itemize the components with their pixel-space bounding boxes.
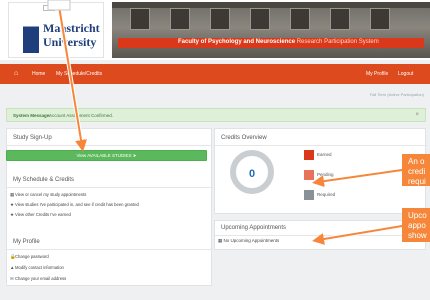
banner-window [210, 8, 230, 30]
schedule-title: My Schedule & Credits [13, 177, 75, 183]
earned-label: Earned [317, 152, 332, 157]
required-label: Required [317, 192, 336, 197]
schedule-link[interactable]: ▦View or cancel my study appointments [10, 192, 86, 198]
profile-link-label: Modify contact information [15, 265, 64, 270]
arrow-right-icon: ➤ [132, 153, 137, 158]
view-available-studies-button[interactable]: View AVAILABLE STUDIES ➤ [6, 150, 207, 161]
session-text: Fall Term (Active Participation) [369, 92, 424, 97]
divider [215, 145, 427, 146]
nav-item-schedule[interactable]: My Schedule/Credits [56, 71, 102, 77]
system-message-label: System Message: [13, 113, 51, 118]
study-signup-title: Study Sign-Up [13, 135, 52, 141]
profile-title: My Profile [13, 239, 40, 245]
pending-swatch [304, 170, 314, 180]
schedule-link-label: View studies I've participated in, and s… [15, 202, 139, 207]
schedule-link-label: View other Credits I've earned [15, 212, 71, 217]
appointments-empty: ▦ No Upcoming Appointments [218, 238, 279, 244]
top-nav: ⌂ Home My Schedule/Credits My Profile Lo… [0, 64, 430, 84]
banner-window [330, 8, 350, 30]
credits-donut: 0 [230, 150, 274, 194]
nav-item-logout[interactable]: Logout [398, 71, 413, 77]
divider [215, 235, 427, 236]
profile-link[interactable]: ▲Modify contact information [10, 265, 64, 270]
banner-window [130, 8, 150, 30]
logo-tab [43, 5, 55, 11]
banner-window [290, 8, 310, 30]
banner-title: Faculty of Psychology and Neuroscience [178, 39, 296, 45]
schedule-link-label: View or cancel my study appointments [15, 192, 87, 197]
university-logo[interactable]: Maastricht University [8, 2, 104, 58]
earned-swatch [304, 150, 314, 160]
divider [7, 187, 213, 188]
logo-mark-icon [23, 9, 39, 53]
header: Maastricht University Faculty of Psychol… [0, 0, 430, 60]
logo-line1: Maastricht [43, 21, 100, 35]
profile-link-label: Change password [15, 254, 49, 259]
callout-credits-line1: An o [408, 157, 425, 166]
appointments-panel: Upcoming Appointments [214, 220, 427, 250]
schedule-link[interactable]: ★View studies I've participated in, and … [10, 202, 139, 208]
pending-label: Pending [317, 172, 334, 177]
callout-appointments: Upco appo show [402, 208, 430, 242]
banner-strip: Faculty of Psychology and Neuroscience R… [118, 38, 424, 48]
system-message-text: Account Assignment Confirmed. [49, 113, 114, 118]
appointments-title: Upcoming Appointments [221, 225, 287, 231]
credits-total: 0 [248, 168, 256, 180]
banner-subtitle: Research Participation System [296, 39, 379, 45]
callout-credits-line3: requi [408, 177, 426, 186]
callout-credits-line2: credi [408, 167, 426, 176]
callout-appointments-line2: appo [408, 221, 426, 230]
header-banner: Faculty of Psychology and Neuroscience R… [112, 2, 430, 58]
banner-window [170, 8, 190, 30]
profile-link-label: Change your email address [15, 276, 67, 281]
close-icon[interactable]: × [415, 112, 419, 118]
banner-title-text: Faculty of Psychology and Neuroscience R… [178, 39, 379, 45]
system-message: System Message: Account Assignment Confi… [6, 108, 426, 122]
callout-appointments-line3: show [408, 231, 427, 240]
banner-window [250, 8, 270, 30]
logo-line2: University [43, 35, 97, 49]
profile-link[interactable]: 🔒Change password [10, 254, 49, 260]
callout-appointments-line1: Upco [408, 211, 427, 220]
view-available-studies-label: View AVAILABLE STUDIES ➤ [76, 153, 137, 158]
calendar-icon: ▦ [218, 238, 223, 243]
divider [7, 249, 213, 250]
appointments-empty-text: No Upcoming Appointments [223, 238, 280, 243]
home-icon[interactable]: ⌂ [14, 70, 22, 78]
nav-item-profile[interactable]: My Profile [366, 71, 388, 77]
profile-link[interactable]: ✉Change your email address [10, 276, 66, 282]
schedule-link[interactable]: ★View other Credits I've earned [10, 212, 71, 218]
callout-credits: An o credi requi [402, 154, 430, 186]
nav-item-home[interactable]: Home [32, 71, 45, 77]
banner-window [370, 8, 390, 30]
divider [7, 145, 213, 146]
required-swatch [304, 190, 314, 200]
credits-title: Credits Overview [221, 135, 267, 141]
